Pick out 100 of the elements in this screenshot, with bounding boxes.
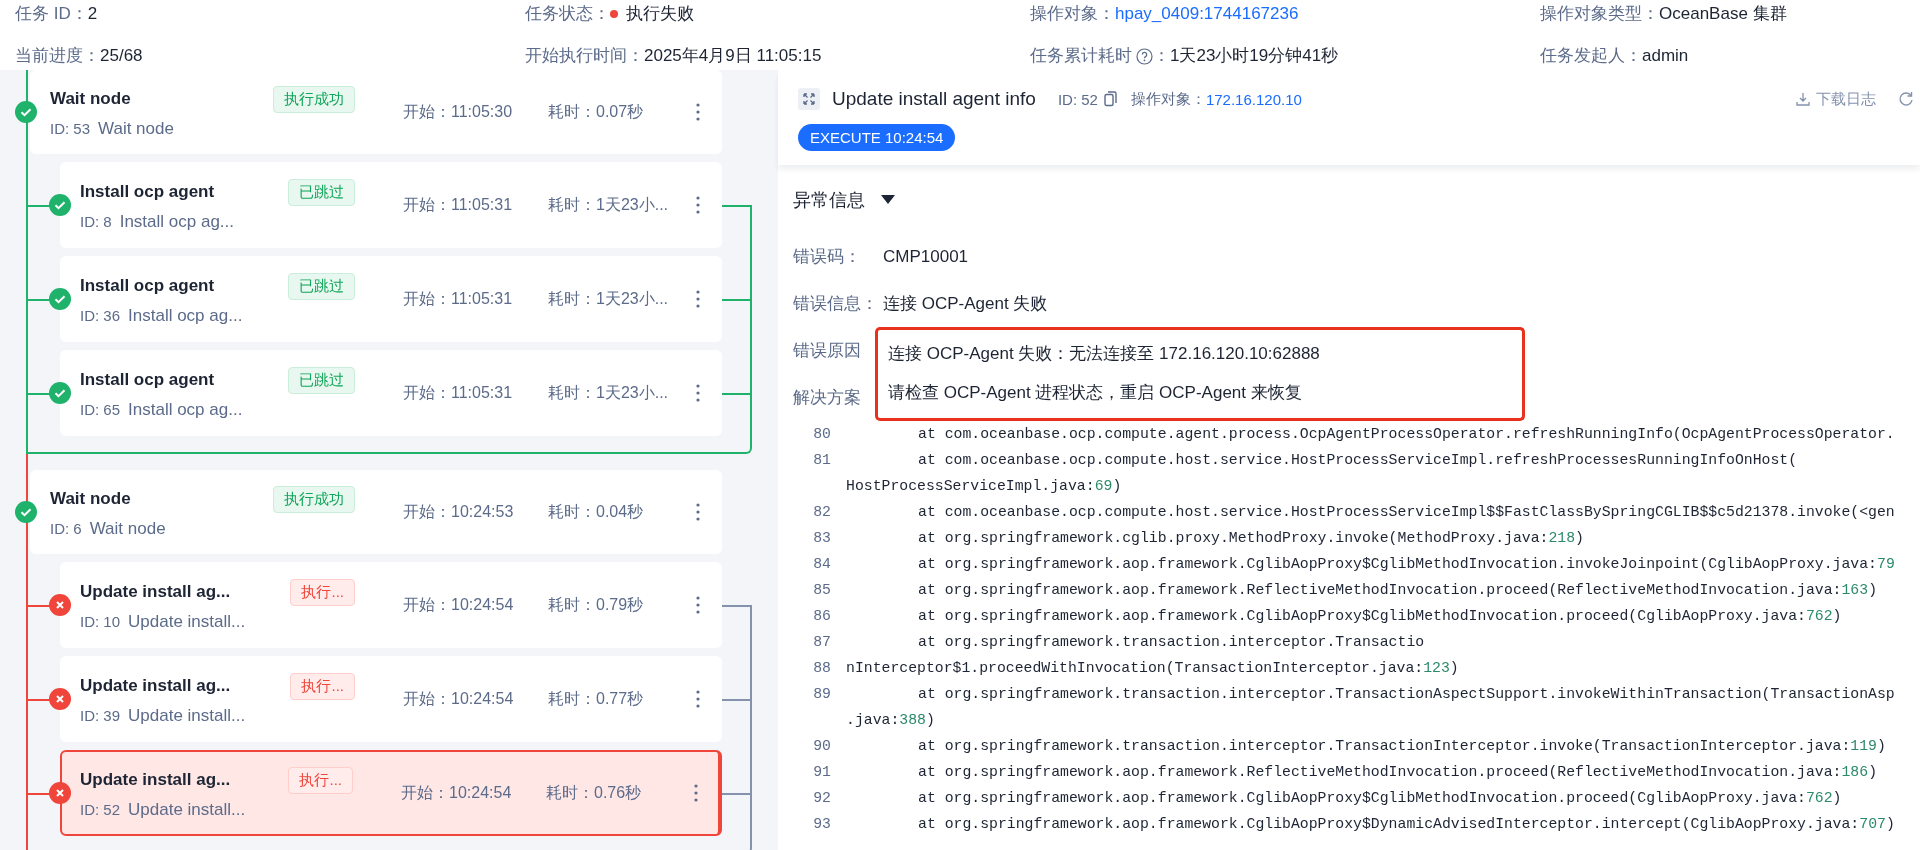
- log-line: at com.oceanbase.ocp.compute.host.service.HostProcessServiceImpl.refreshProcessesRunningInfoOnHost(: [917, 452, 1798, 468]
- node-title: Update install ag...: [80, 582, 231, 602]
- more-icon[interactable]: [696, 384, 700, 402]
- node-title: Update install ag...: [80, 676, 231, 696]
- info-label: ：: [1153, 45, 1170, 67]
- task-node-card[interactable]: Update install ag... 执行... ID: 39 Update install... 开始：10:24:54 耗时：0.77秒: [60, 656, 722, 742]
- status-tag: 执行成功: [273, 85, 355, 113]
- task-node-card[interactable]: Install ocp agent 已跳过 ID: 65 Install ocp ag... 开始：11:05:31 耗时：1天23小...: [60, 350, 722, 436]
- start-time: 开始：11:05:30: [403, 101, 514, 122]
- line-number: 90: [812, 738, 831, 754]
- log-line: at org.springframework.aop.framework.ReflectiveMethodInvocation.proceed(ReflectiveMethodInvocation.java:163): [917, 582, 1877, 598]
- start-time: 开始：10:24:54: [403, 594, 515, 615]
- info-value: admin: [1642, 45, 1689, 67]
- field-value: 请检查 OCP-Agent 进程状态，重启 OCP-Agent 来恢复: [875, 374, 1525, 421]
- line-number: 92: [812, 790, 831, 806]
- duration: 耗时：1天23小...: [548, 288, 670, 309]
- expand-icon[interactable]: [798, 88, 820, 110]
- duration: 耗时：0.79秒: [548, 594, 645, 615]
- status-tag: 执行成功: [273, 485, 355, 513]
- node-id: ID: 65: [80, 400, 121, 418]
- node-name: Wait node: [89, 518, 166, 538]
- node-name: Update install...: [128, 705, 246, 725]
- info-label: 任务 ID：: [15, 3, 88, 25]
- log-line: at com.oceanbase.ocp.compute.agent.process.OcpAgentProcessOperator.refreshRunningInfo(OcpAgentProcessOperator.: [917, 426, 1895, 442]
- caret-icon[interactable]: [881, 195, 895, 205]
- line-number: 85: [812, 582, 831, 598]
- start-time: 开始：11:05:31: [403, 382, 514, 403]
- task-node-card[interactable]: Install ocp agent 已跳过 ID: 36 Install ocp ag... 开始：11:05:31 耗时：1天23小...: [60, 256, 722, 342]
- task-node-card[interactable]: Wait node 执行成功 ID: 53 Wait node 开始：11:05:30 耗时：0.07秒: [30, 70, 722, 154]
- line-number: 81: [812, 452, 831, 468]
- duration: 耗时：0.07秒: [548, 101, 645, 122]
- node-id: ID: 10: [80, 612, 121, 630]
- info-label: 任务状态：: [525, 3, 610, 25]
- more-icon[interactable]: [696, 503, 700, 521]
- node-id: ID: 8: [80, 212, 112, 230]
- node-name: Update install...: [128, 799, 246, 819]
- start-time: 开始：11:05:31: [403, 288, 514, 309]
- more-icon[interactable]: [694, 784, 698, 802]
- log-line: at org.springframework.transaction.interceptor.TransactionInterceptor.invoke(TransactionInterceptor.java:119): [917, 738, 1886, 754]
- log-line: .java:388): [846, 712, 935, 728]
- start-time: 开始：10:24:54: [401, 782, 513, 803]
- line-number: 87: [812, 634, 831, 650]
- more-icon[interactable]: [696, 690, 700, 708]
- log-line: at com.oceanbase.ocp.compute.host.service.HostProcessServiceImpl$$FastClassBySpringCGLIB$$c5d21378.invoke(<gen: [917, 504, 1895, 520]
- node-name: Install ocp ag...: [119, 211, 235, 231]
- copy-icon[interactable]: [1103, 91, 1117, 107]
- task-node-card[interactable]: Wait node 执行成功 ID: 6 Wait node 开始：10:24:53 耗时：0.04秒: [30, 470, 722, 554]
- task-title: Update install agent info: [832, 88, 1036, 110]
- node-name: Install ocp ag...: [128, 305, 243, 325]
- info-label: 操作对象类型：: [1540, 3, 1659, 25]
- status-tag: 已跳过: [288, 178, 355, 206]
- task-node-card[interactable]: Update install ag... 执行... ID: 10 Update install... 开始：10:24:54 耗时：0.79秒: [60, 562, 722, 648]
- info-value: 1天23小时19分钟41秒: [1170, 45, 1339, 67]
- log-line: HostProcessServiceImpl.java:69): [846, 478, 1122, 494]
- more-icon[interactable]: [696, 290, 700, 308]
- node-id: ID: 39: [80, 706, 121, 724]
- more-icon[interactable]: [696, 596, 700, 614]
- more-icon[interactable]: [696, 103, 700, 121]
- field-label: 错误码：: [793, 246, 862, 268]
- status-tag: 执行...: [290, 578, 355, 606]
- line-number: 80: [812, 426, 831, 442]
- field-label: 错误信息：: [793, 293, 879, 315]
- duration: 耗时：0.04秒: [548, 501, 645, 522]
- task-node-card[interactable]: Install ocp agent 已跳过 ID: 8 Install ocp ag... 开始：11:05:31 耗时：1天23小...: [60, 162, 722, 248]
- more-icon[interactable]: [696, 196, 700, 214]
- log-line: at org.springframework.aop.framework.ReflectiveMethodInvocation.proceed(ReflectiveMethodInvocation.java:186): [917, 764, 1877, 780]
- field-value: 连接 OCP-Agent 失败: [883, 293, 1048, 315]
- line-number: 83: [812, 530, 831, 546]
- help-icon[interactable]: [1136, 47, 1153, 65]
- log-line: at org.springframework.aop.framework.CglibAopProxy$CglibMethodInvocation.proceed(CglibAopProxy.java:762): [917, 608, 1842, 624]
- info-value: 25/68: [100, 45, 143, 67]
- target-link[interactable]: hpay_0409:1744167236: [1115, 3, 1299, 25]
- node-name: Update install...: [128, 611, 246, 631]
- node-id: ID: 36: [80, 306, 121, 324]
- info-value: 2025年4月9日 11:05:15: [644, 45, 822, 67]
- info-value: 2: [87, 3, 98, 25]
- info-label: 任务发起人：: [1540, 45, 1642, 67]
- refresh-icon[interactable]: [1898, 91, 1914, 107]
- duration: 耗时：0.76秒: [546, 782, 643, 803]
- status-tag: 已跳过: [288, 272, 355, 300]
- info-value: 执行失败: [626, 3, 694, 25]
- duration: 耗时：1天23小...: [548, 194, 670, 215]
- task-node-card[interactable]: Update install ag... 执行... ID: 52 Update install... 开始：10:24:54 耗时：0.76秒: [60, 750, 722, 836]
- node-id: ID: 53: [50, 119, 91, 137]
- log-line: at org.springframework.cglib.proxy.MethodProxy.invoke(MethodProxy.java:218): [917, 530, 1584, 546]
- download-icon: [1796, 92, 1810, 106]
- node-id: ID: 6: [50, 519, 82, 537]
- start-time: 开始：10:24:53: [403, 501, 515, 522]
- node-name: Install ocp ag...: [128, 399, 243, 419]
- node-title: Install ocp agent: [80, 276, 215, 296]
- target-link[interactable]: 172.16.120.10: [1205, 90, 1302, 108]
- field-value: CMP10001: [883, 246, 969, 267]
- line-number: 82: [812, 504, 831, 520]
- execute-badge: EXECUTE 10:24:54: [798, 124, 956, 151]
- node-title: Update install ag...: [80, 770, 231, 790]
- field-label: 解决方案: [793, 387, 862, 409]
- log-line: at org.springframework.aop.framework.CglibAopProxy$DynamicAdvisedInterceptor.intercept(CglibAopProxy.java:707): [917, 816, 1895, 832]
- field-value: 连接 OCP-Agent 失败：无法连接至 172.16.120.10:62888: [875, 327, 1525, 374]
- status-tag: 已跳过: [288, 366, 355, 394]
- status-dot-icon: [610, 10, 618, 18]
